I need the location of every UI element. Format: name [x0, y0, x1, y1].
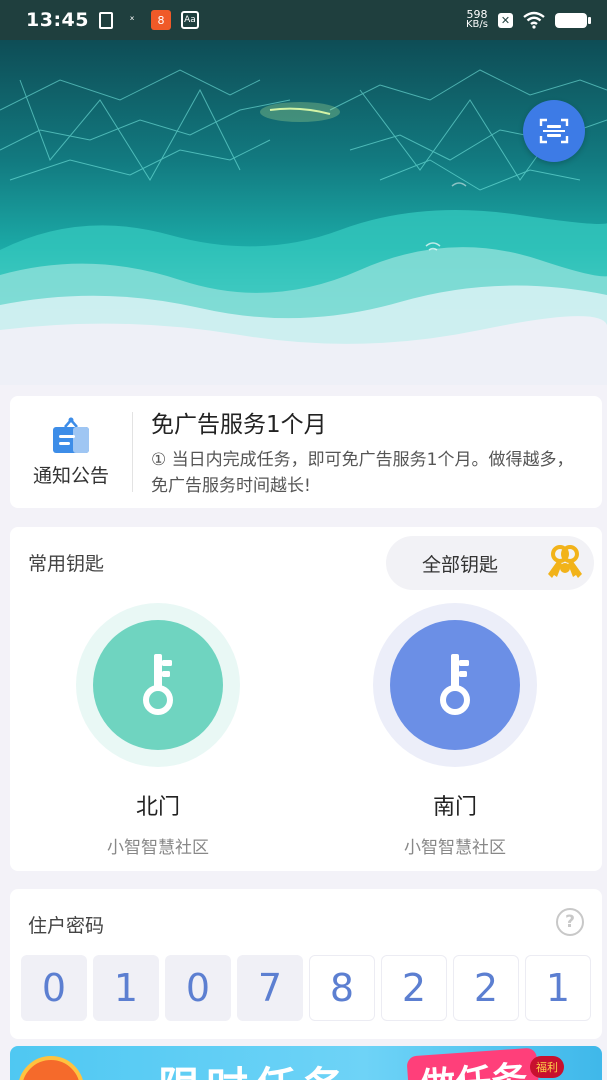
frequent-keys-card: 常用钥匙 全部钥匙 北门 小智智慧社区 南门 小智智慧社区 [10, 527, 602, 871]
password-digit: 8 [309, 955, 375, 1021]
clipboard-icon [98, 11, 113, 29]
network-speed: 598 KB/s [466, 9, 488, 30]
key-name: 南门 [432, 795, 477, 820]
promo-task-tag: 做任务 [406, 1047, 540, 1080]
notice-body: 免广告服务1个月 ① 当日内完成任务，即可免广告服务1个月。做得越多，免广告服务… [133, 405, 602, 499]
notice-title: 免广告服务1个月 [151, 412, 327, 438]
resident-password-title: 住户密码 [28, 915, 105, 937]
notice-label-block: 通知公告 [10, 396, 132, 508]
notice-label: 通知公告 [32, 464, 109, 487]
password-digit: 0 [21, 955, 87, 1021]
network-speed-unit: KB/s [466, 19, 488, 30]
notice-text: ① 当日内完成任务，即可免广告服务1个月。做得越多，免广告服务时间越长! [151, 450, 574, 496]
password-digits: 0 1 0 7 8 2 2 1 [21, 955, 591, 1021]
key-north-gate[interactable]: 北门 小智智慧社区 [73, 603, 243, 858]
key-icon [143, 654, 173, 715]
promo-mini-badge: 福利 [530, 1056, 564, 1078]
status-time: 13:45 [26, 9, 89, 31]
all-keys-button[interactable]: 全部钥匙 [386, 536, 594, 590]
app-notification-icon: 8 [150, 10, 171, 30]
key-community: 小智智慧社区 [107, 838, 209, 858]
key-name: 北门 [135, 795, 180, 820]
hero-banner [0, 40, 607, 385]
password-digit: 1 [525, 955, 591, 1021]
password-digit: 1 [93, 955, 159, 1021]
key-north-gate-button[interactable] [93, 620, 223, 750]
notice-card[interactable]: 通知公告 免广告服务1个月 ① 当日内完成任务，即可免广告服务1个月。做得越多，… [10, 396, 602, 508]
all-keys-label: 全部钥匙 [422, 553, 499, 576]
wifi-icon [523, 11, 545, 29]
promo-title: 限时任务 [158, 1054, 350, 1080]
keys-bunch-icon [548, 545, 582, 578]
x-app-icon: ✕ [498, 12, 513, 28]
hero-artwork [0, 69, 607, 385]
usb-icon: ˣ [129, 13, 135, 27]
frequent-keys-title: 常用钥匙 [28, 553, 105, 575]
accessibility-icon: Aa [180, 11, 199, 29]
scan-qr-icon [539, 118, 569, 144]
password-digit: 2 [453, 955, 519, 1021]
key-community: 小智智慧社区 [404, 838, 506, 858]
status-bar: 13:45 ˣ 8 Aa 598 KB/s ✕ [0, 0, 607, 40]
battery-icon [555, 12, 591, 28]
key-south-gate-button[interactable] [390, 620, 520, 750]
help-icon[interactable]: ? [556, 908, 584, 936]
password-digit: 2 [381, 955, 447, 1021]
notice-board-icon [53, 417, 89, 453]
key-icon [440, 654, 470, 715]
key-south-gate[interactable]: 南门 小智智慧社区 [370, 603, 540, 858]
limited-task-banner[interactable]: 限时任务 做任务 福利 [10, 1046, 602, 1080]
promo-badge-icon [18, 1056, 84, 1080]
resident-password-card: 住户密码 ? 0 1 0 7 8 2 2 1 [10, 889, 602, 1039]
password-digit: 0 [165, 955, 231, 1021]
password-digit: 7 [237, 955, 303, 1021]
key-north-gate-halo [76, 603, 240, 767]
scan-button[interactable] [523, 100, 585, 162]
key-south-gate-halo [373, 603, 537, 767]
